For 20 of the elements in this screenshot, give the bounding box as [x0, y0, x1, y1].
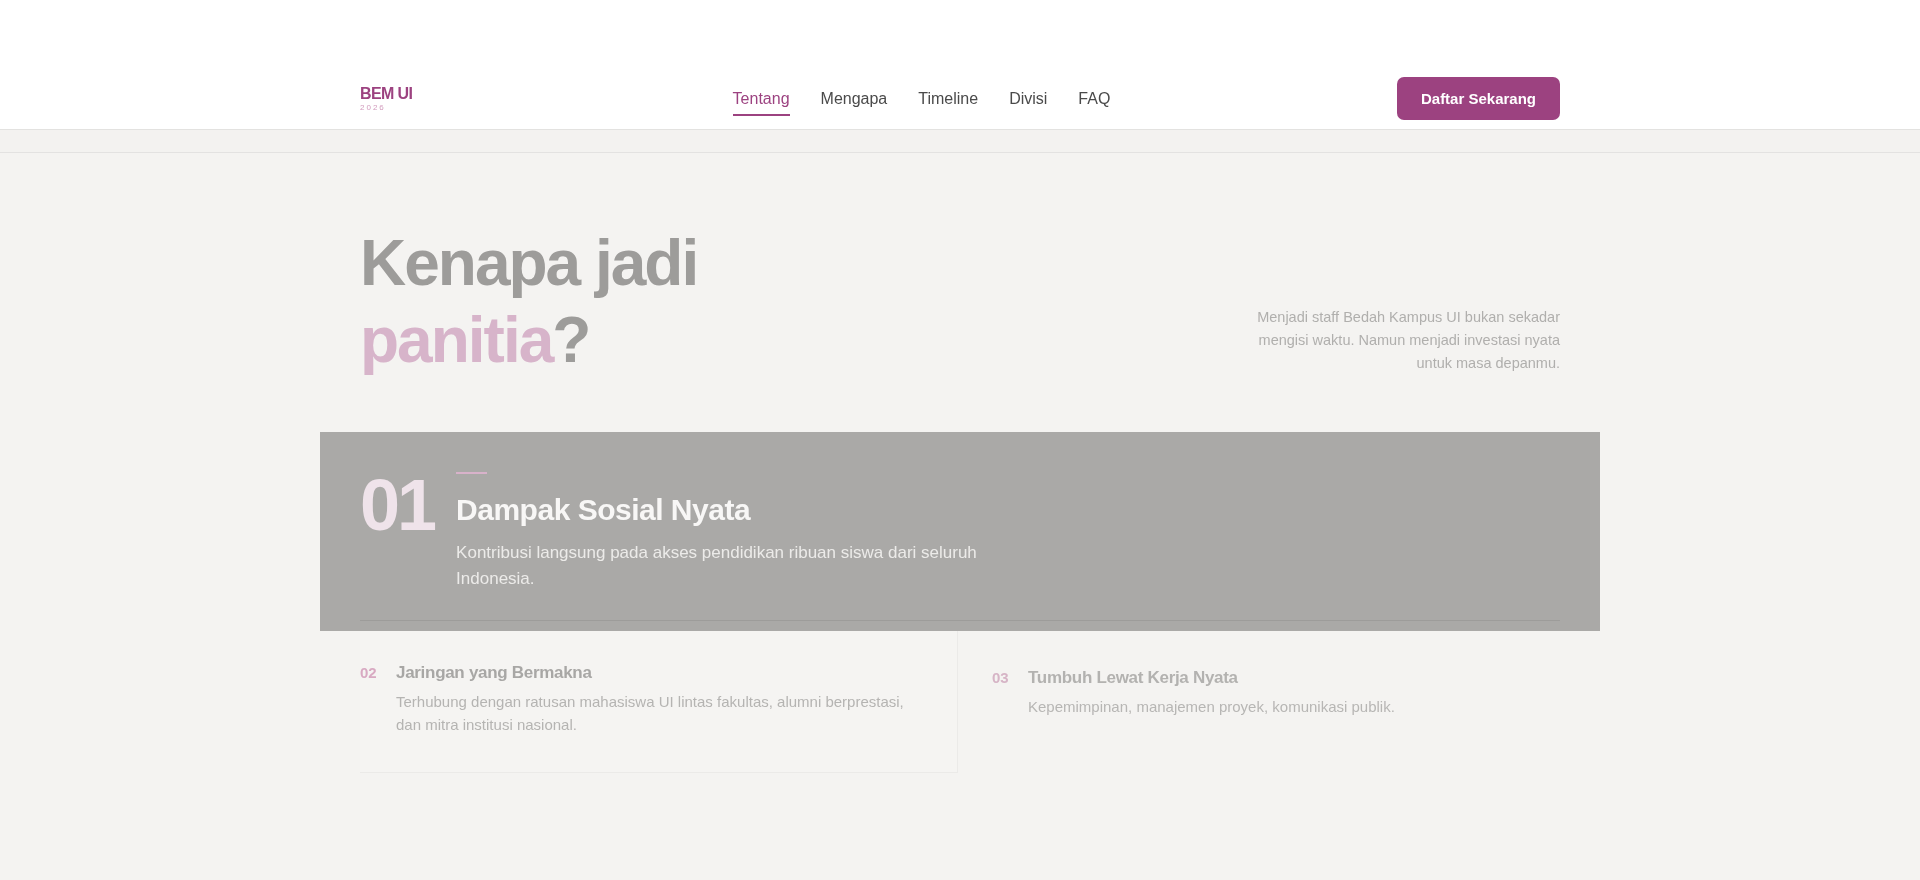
- nav-link[interactable]: Divisi: [1009, 81, 1048, 116]
- intro-paragraph: Menjadi staff Bedah Kampus UI bukan sekadar mengisi waktu. Namun menjadi investasi nyata untuk masa depanmu.: [1256, 308, 1560, 373]
- reason-title: Tumbuh Lewat Kerja Nyata: [1028, 667, 1239, 689]
- reason-description: Terhubung dengan ratusan mahasiswa UI lintas fakultas, alumni berprestasi, dan mitra institusi nasional.: [396, 692, 905, 735]
- nav-link[interactable]: Mengapa: [820, 81, 888, 116]
- reason-title: Dampak Sosial Nyata: [456, 492, 752, 528]
- logo-year: 2026: [360, 102, 386, 112]
- reason-number: 01: [360, 472, 435, 538]
- reason-description: Kepemimpinan, manajemen proyek, komunikasi publik.: [1028, 697, 1395, 717]
- register-button[interactable]: Daftar Sekarang: [1397, 77, 1560, 120]
- section-heading: Kenapa jadi panitia?: [360, 226, 698, 378]
- reason-number: 02: [360, 663, 378, 683]
- reason-number: 03: [992, 668, 1010, 688]
- accent-dash-icon: [456, 472, 488, 474]
- reason-description: Kontribusi langsung pada akses pendidikan ribuan siswa dari seluruh Indonesia.: [456, 542, 978, 590]
- nav-link[interactable]: Tentang: [732, 81, 790, 116]
- logo-wordmark[interactable]: BEM UI: [360, 85, 413, 102]
- nav-link[interactable]: Timeline: [918, 81, 979, 116]
- nav-link[interactable]: FAQ: [1078, 81, 1111, 116]
- reason-title: Jaringan yang Bermakna: [396, 662, 593, 684]
